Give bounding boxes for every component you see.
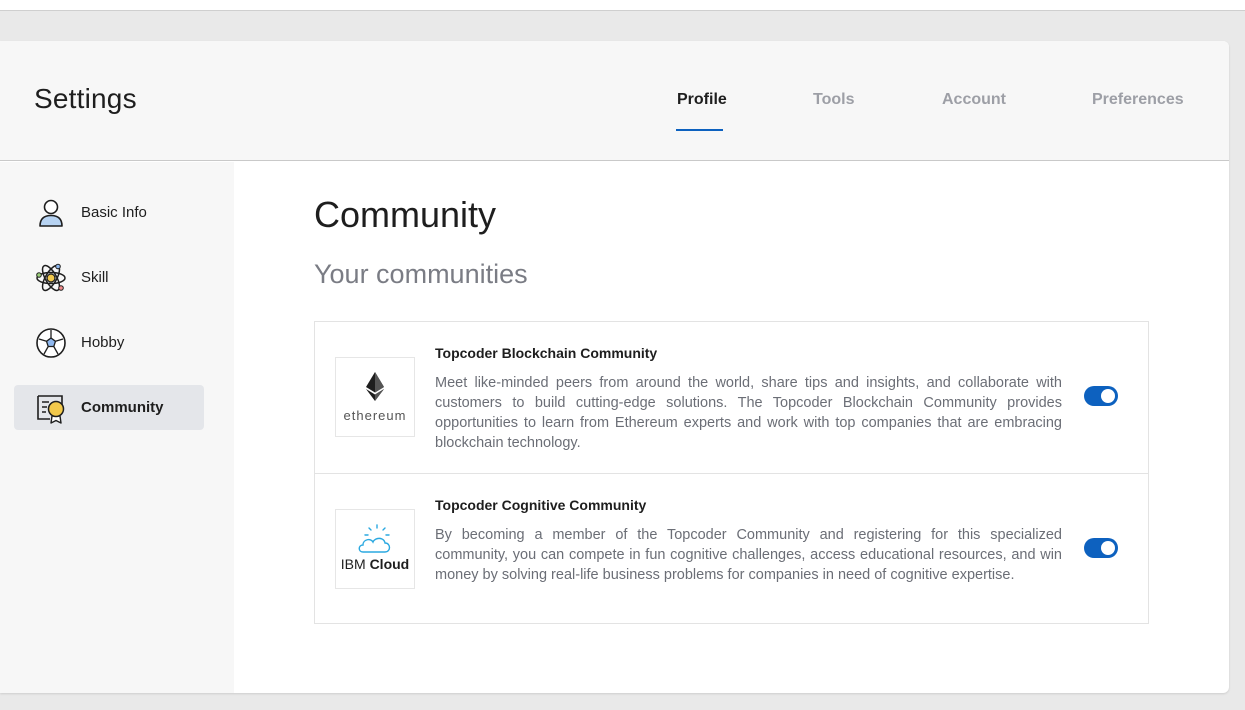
toggle-knob	[1101, 389, 1115, 403]
community-description: Meet like-minded peers from around the w…	[435, 375, 1062, 451]
browser-top-strip	[0, 0, 1245, 11]
sidebar-item-skill[interactable]: Skill	[14, 255, 204, 300]
community-toggle[interactable]	[1084, 538, 1118, 558]
settings-tabs: Profile Tools Account Preferences	[0, 91, 1229, 161]
ethereum-logo-text: ethereum	[343, 408, 407, 423]
main-content: Community Your communities ethereum Topc…	[234, 162, 1229, 693]
community-toggle[interactable]	[1084, 386, 1118, 406]
settings-header: Settings Profile Tools Account Preferenc…	[0, 41, 1229, 161]
settings-card: Settings Profile Tools Account Preferenc…	[0, 41, 1229, 693]
ethereum-diamond-icon	[366, 372, 384, 401]
active-tab-indicator	[676, 129, 723, 131]
tab-profile[interactable]: Profile	[677, 91, 727, 109]
tab-account[interactable]: Account	[942, 91, 1006, 109]
toggle-knob	[1101, 541, 1115, 555]
community-row: IBM Cloud Topcoder Cognitive Community B…	[315, 473, 1148, 624]
sidebar-item-label: Basic Info	[81, 204, 147, 221]
community-list: ethereum Topcoder Blockchain Community M…	[314, 321, 1149, 624]
sidebar-item-hobby[interactable]: Hobby	[14, 320, 204, 365]
ethereum-logo: ethereum	[335, 357, 415, 437]
tab-preferences[interactable]: Preferences	[1092, 91, 1184, 109]
community-description: By becoming a member of the Topcoder Com…	[435, 527, 1062, 583]
community-name: Topcoder Cognitive Community	[435, 497, 647, 513]
ibm-cloud-logo: IBM Cloud	[335, 509, 415, 589]
sidebar-item-label: Community	[81, 399, 164, 416]
atom-icon	[35, 262, 67, 294]
subsection-heading: Your communities	[314, 259, 528, 289]
ibm-logo-word: IBM	[340, 556, 366, 572]
certificate-icon	[35, 392, 67, 424]
ibm-cloud-logo-text: IBM Cloud	[336, 556, 414, 572]
sidebar: Basic Info Skill Hobby Community	[0, 162, 234, 693]
sidebar-item-label: Hobby	[81, 334, 125, 351]
community-row: ethereum Topcoder Blockchain Community M…	[315, 322, 1148, 473]
community-name: Topcoder Blockchain Community	[435, 345, 658, 361]
cloud-logo-word: Cloud	[369, 556, 410, 572]
section-heading: Community	[314, 194, 497, 235]
cloud-sun-icon	[358, 524, 391, 553]
soccer-ball-icon	[35, 327, 67, 359]
sidebar-item-community[interactable]: Community	[14, 385, 204, 430]
tab-tools[interactable]: Tools	[813, 91, 854, 109]
sidebar-item-basic-info[interactable]: Basic Info	[14, 190, 204, 235]
user-icon	[35, 197, 67, 229]
sidebar-item-label: Skill	[81, 269, 109, 286]
